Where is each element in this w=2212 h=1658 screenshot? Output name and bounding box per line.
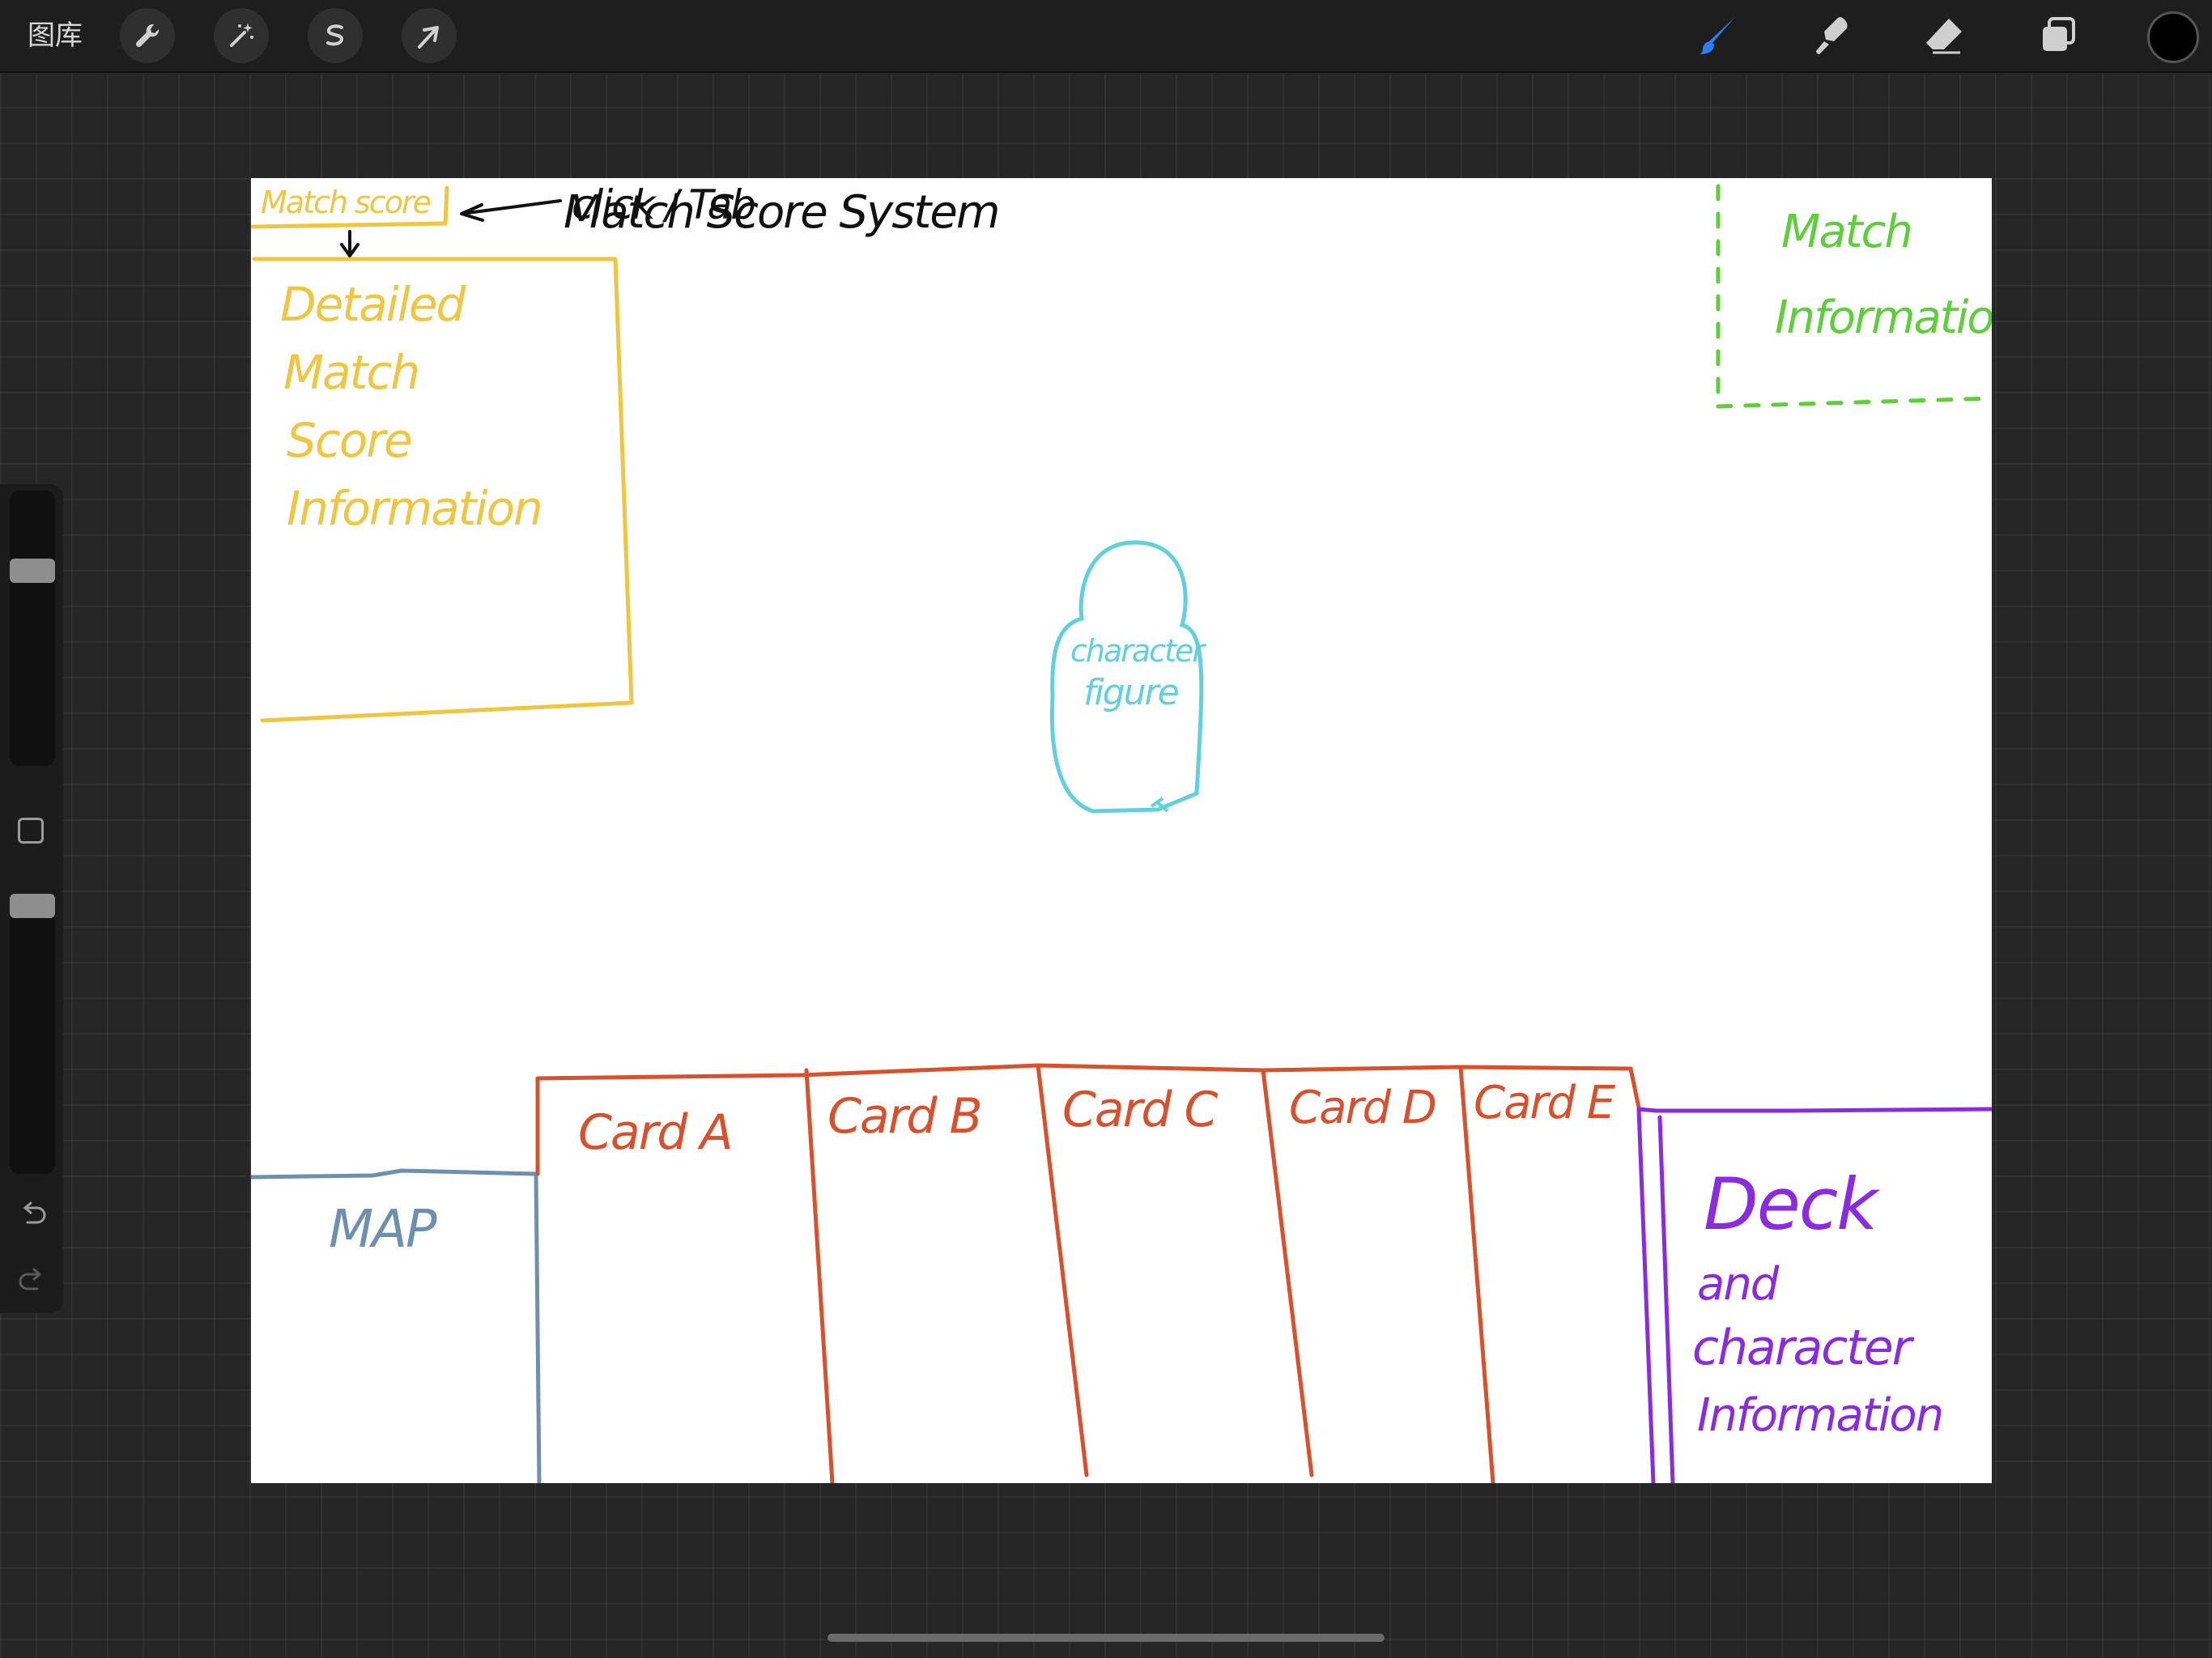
opacity-slider[interactable] bbox=[10, 894, 55, 1174]
adjustments-button[interactable] bbox=[214, 8, 269, 63]
transform-arrow-icon bbox=[418, 26, 439, 49]
redo-button[interactable] bbox=[15, 1263, 50, 1299]
score-panel-line: Detailed bbox=[280, 277, 466, 332]
smudge-tool-button[interactable] bbox=[1802, 6, 1861, 65]
magic-wand-icon bbox=[230, 23, 253, 47]
card-label-e: Card E bbox=[1474, 1077, 1615, 1129]
redo-icon bbox=[19, 1268, 41, 1290]
layers-button[interactable] bbox=[2029, 6, 2087, 65]
score-panel-line: Information bbox=[287, 481, 543, 536]
deck-line: Deck bbox=[1704, 1163, 1878, 1246]
eraser-tool-button[interactable] bbox=[1916, 6, 1974, 65]
home-indicator[interactable] bbox=[827, 1634, 1385, 1642]
deck-line: character bbox=[1692, 1320, 1912, 1376]
smudge-icon bbox=[1816, 17, 1848, 54]
match-info-line: Information bbox=[1775, 291, 1992, 344]
deck-line: Information bbox=[1697, 1389, 1944, 1442]
card-label-d: Card D bbox=[1289, 1082, 1437, 1134]
card-label-b: Card B bbox=[827, 1088, 983, 1145]
eraser-icon bbox=[1926, 19, 1962, 54]
score-panel-line: Match bbox=[283, 345, 420, 400]
opacity-thumb[interactable] bbox=[10, 894, 55, 918]
top-toolbar: 图库 bbox=[0, 0, 2212, 73]
card-label-c: Card C bbox=[1062, 1082, 1218, 1138]
brush-icon bbox=[1699, 17, 1735, 54]
modify-square-icon[interactable] bbox=[18, 818, 44, 844]
gallery-button[interactable]: 图库 bbox=[28, 16, 83, 55]
selection-icon bbox=[326, 24, 344, 46]
selection-button[interactable] bbox=[308, 8, 363, 63]
color-picker-button[interactable] bbox=[2147, 11, 2199, 63]
brush-tool-button[interactable] bbox=[1689, 6, 1747, 65]
character-line: character bbox=[1070, 633, 1205, 669]
brush-size-slider[interactable] bbox=[10, 491, 55, 766]
layers-icon bbox=[2043, 17, 2075, 51]
score-panel-line: Score bbox=[287, 413, 413, 468]
actions-button[interactable] bbox=[120, 8, 175, 63]
score-tab-label: Match score bbox=[261, 185, 432, 220]
wrench-icon bbox=[135, 23, 160, 48]
undo-icon bbox=[23, 1201, 46, 1224]
card-label-a: Card A bbox=[578, 1104, 734, 1161]
match-info-line: Match bbox=[1781, 206, 1913, 258]
transform-button[interactable] bbox=[402, 8, 457, 63]
map-label: MAP bbox=[329, 1200, 437, 1260]
undo-button[interactable] bbox=[15, 1197, 50, 1232]
character-line: figure bbox=[1083, 672, 1180, 713]
brush-size-thumb[interactable] bbox=[10, 559, 55, 583]
drawing-canvas[interactable]: Match Score System Match score click / T… bbox=[251, 178, 1992, 1483]
left-sidebar bbox=[0, 484, 63, 1313]
deck-line: and bbox=[1697, 1258, 1779, 1311]
click-note: click / Tab bbox=[572, 181, 756, 228]
